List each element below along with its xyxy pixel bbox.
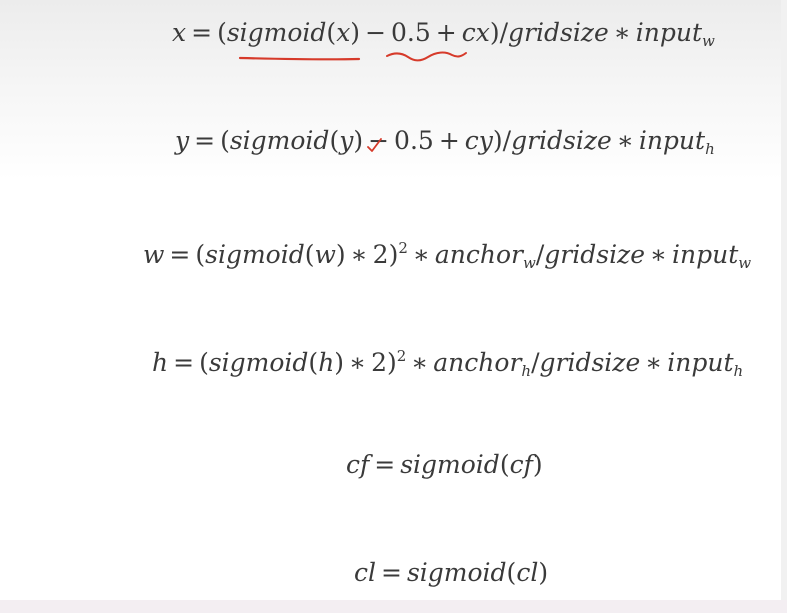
eq-fn: sigmoid — [208, 348, 309, 377]
eq-lhs: y — [175, 126, 190, 155]
equation-cl: cl = sigmoid(cl) — [354, 558, 549, 587]
eq-sub: w — [702, 32, 715, 50]
eq-fn: sigmoid — [205, 240, 305, 269]
eq-arg: y — [339, 126, 354, 155]
eq-fn: sigmoid — [226, 18, 327, 47]
eq-exponent: 2 — [398, 239, 408, 257]
eq-lhs: cl — [354, 558, 376, 587]
eq-offset: cx — [461, 18, 490, 47]
eq-mul: input — [672, 240, 739, 269]
eq-anchor-sub: w — [523, 254, 536, 272]
eq-arg: w — [314, 240, 336, 269]
eq-mul: input — [667, 348, 734, 377]
document-page — [0, 0, 787, 600]
eq-sub: w — [738, 254, 752, 272]
eq-fn: sigmoid — [400, 450, 500, 479]
eq-divisor: gridsize — [544, 240, 646, 269]
eq-lhs: w — [143, 240, 165, 269]
eq-const: 0.5 — [394, 126, 434, 155]
eq-exponent: 2 — [396, 347, 407, 365]
eq-lhs: h — [152, 348, 169, 377]
equation-y: y = (sigmoid(y) −0.5 + cy)/gridsize ∗ inputh — [175, 126, 715, 158]
eq-anchor-sub: h — [521, 362, 532, 380]
eq-sub: h — [733, 362, 744, 380]
eq-divisor: gridsize — [539, 348, 641, 377]
eq-offset: cy — [464, 126, 493, 155]
equation-x: x = (sigmoid(x) −0.5 + cx)/gridsize ∗ inputw — [172, 18, 715, 50]
eq-mul: input — [638, 126, 706, 155]
eq-factor: 2 — [372, 240, 389, 269]
scrollbar-track[interactable] — [781, 0, 787, 600]
eq-anchor: anchor — [434, 240, 523, 269]
eq-factor: 2 — [371, 348, 387, 377]
equation-w: w = (sigmoid(w) ∗ 2)2 ∗ anchorw/gridsize ∗ input… — [143, 239, 752, 272]
eq-lhs: x — [172, 18, 187, 47]
eq-arg: cf — [509, 450, 533, 479]
eq-mul: input — [635, 18, 703, 47]
eq-divisor: gridsize — [508, 18, 609, 47]
eq-anchor: anchor — [433, 348, 522, 377]
equation-h: h = (sigmoid(h) ∗ 2)2 ∗ anchorh/gridsize ∗ input… — [152, 347, 744, 380]
eq-fn: sigmoid — [406, 558, 507, 587]
eq-lhs: cf — [346, 450, 370, 479]
eq-fn: sigmoid — [229, 126, 330, 155]
bottom-strip — [0, 600, 787, 613]
eq-sub: h — [705, 140, 715, 158]
eq-arg: h — [318, 348, 335, 377]
eq-arg: cl — [516, 558, 539, 587]
eq-const: 0.5 — [391, 18, 431, 47]
eq-divisor: gridsize — [511, 126, 612, 155]
equation-cf: cf = sigmoid(cf) — [346, 450, 543, 479]
eq-arg: x — [336, 18, 351, 47]
